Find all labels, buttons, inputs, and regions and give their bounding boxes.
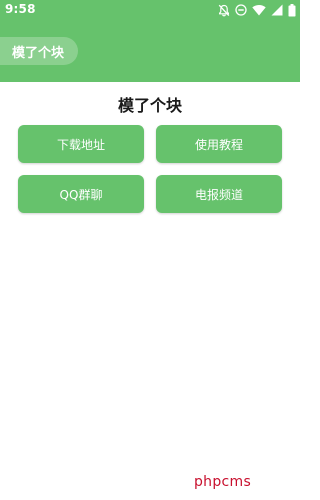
download-address-button[interactable]: 下载地址 — [18, 125, 144, 163]
qq-group-button[interactable]: QQ群聊 — [18, 175, 144, 213]
telegram-channel-button[interactable]: 电报频道 — [156, 175, 282, 213]
usage-tutorial-button[interactable]: 使用教程 — [156, 125, 282, 163]
page-title: 模了个块 — [117, 96, 182, 115]
do-not-disturb-icon — [235, 4, 247, 16]
status-time: 9:58 — [5, 2, 36, 16]
watermark: phpcms — [194, 474, 252, 490]
status-icons — [218, 3, 296, 17]
notifications-off-icon — [218, 4, 230, 17]
status-bar: 9:58 — [0, 0, 300, 20]
app-title-pill[interactable]: 模了个块 — [0, 37, 79, 65]
battery-icon — [288, 3, 296, 17]
app-bar: 模了个块 — [0, 20, 300, 82]
wifi-icon — [252, 4, 266, 16]
signal-icon — [271, 4, 283, 16]
